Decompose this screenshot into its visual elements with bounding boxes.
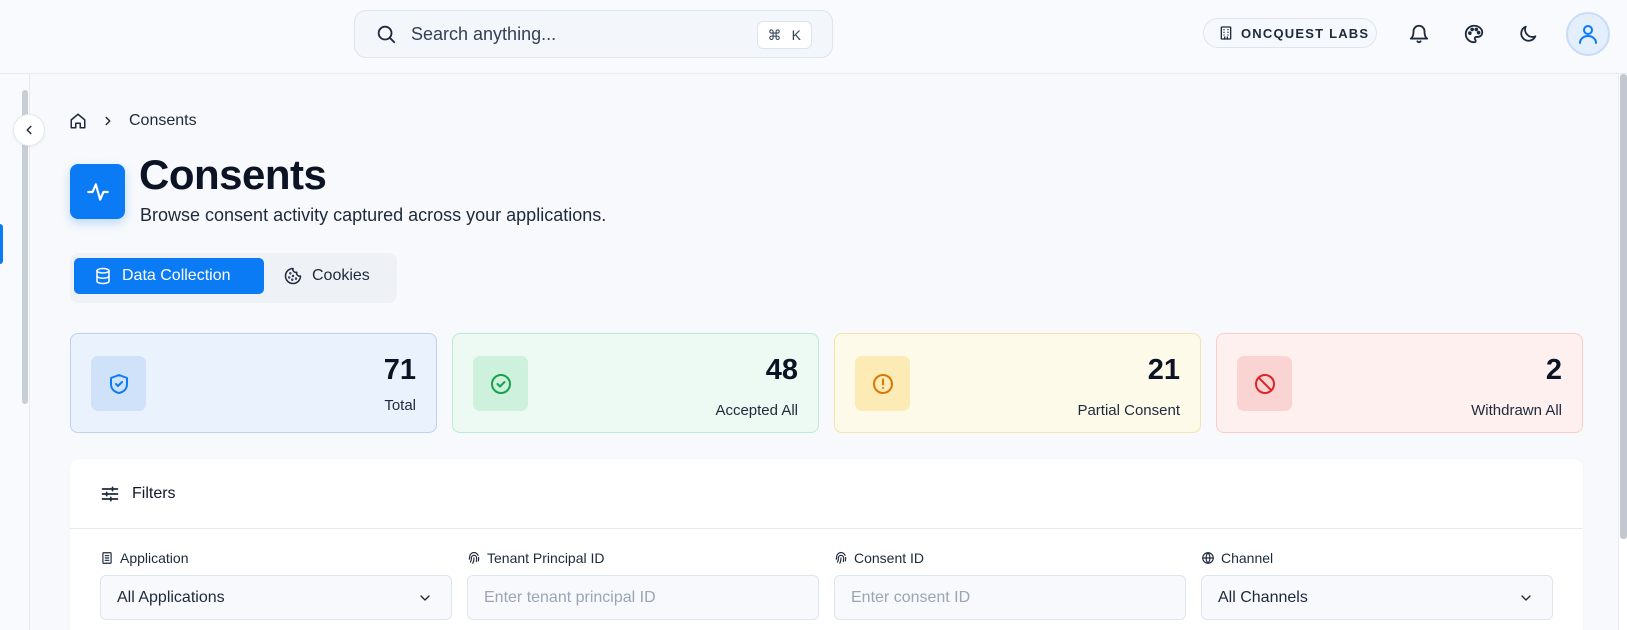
shield-check-icon [109, 373, 128, 394]
sidebar-active-indicator [0, 224, 3, 264]
database-icon [96, 267, 110, 285]
bell-icon [1409, 24, 1429, 44]
stat-value: 21 [1147, 354, 1180, 386]
stat-icon-container [1237, 356, 1292, 411]
field-label: Consent ID [854, 550, 925, 566]
stat-label: Accepted All [715, 402, 798, 419]
filters-panel: Filters Application All Applications Ten… [70, 459, 1583, 630]
stat-icon-container [473, 356, 528, 411]
palette-icon [1464, 24, 1484, 44]
stat-card-accepted-all: 48 Accepted All [452, 333, 819, 433]
breadcrumb-current: Consents [129, 112, 197, 129]
tenant-principal-id-input[interactable]: Enter tenant principal ID [467, 575, 819, 620]
field-label-row: Channel [1201, 549, 1553, 567]
filter-tenant-principal-id: Tenant Principal ID Enter tenant princip… [467, 549, 819, 620]
stat-icon-container [91, 356, 146, 411]
building-icon [1220, 26, 1232, 40]
tab-cookies[interactable]: Cookies [264, 258, 390, 294]
field-label: Application [120, 550, 189, 566]
page-subtitle: Browse consent activity captured across … [140, 205, 607, 225]
search-placeholder: Search anything... [411, 23, 557, 44]
select-value: All Channels [1218, 588, 1308, 606]
organization-switcher[interactable]: ONCQUEST LABS [1203, 18, 1377, 48]
stat-card-withdrawn-all: 2 Withdrawn All [1216, 333, 1583, 433]
stat-label: Withdrawn All [1471, 402, 1562, 419]
channel-select[interactable]: All Channels [1201, 575, 1553, 620]
stat-label: Total [384, 397, 416, 414]
chevron-down-icon [420, 595, 430, 601]
search-icon [377, 25, 396, 44]
chevron-down-icon [1521, 595, 1531, 601]
field-label: Channel [1221, 550, 1274, 566]
stat-value: 2 [1545, 354, 1562, 386]
stat-value: 71 [383, 354, 416, 386]
top-bar: Search anything... ⌘ K ONCQUEST LABS [0, 0, 1627, 74]
tab-label: Cookies [312, 267, 370, 284]
stat-card-partial-consent: 21 Partial Consent [834, 333, 1201, 433]
globe-icon [1202, 552, 1214, 564]
page-title: Consents [139, 151, 327, 198]
breadcrumb: Consents [69, 112, 197, 130]
chevron-left-icon [26, 125, 32, 135]
sidebar [0, 74, 30, 630]
home-icon[interactable] [69, 112, 87, 130]
fingerprint-icon [835, 551, 847, 564]
page-scrollbar[interactable] [1618, 74, 1627, 630]
fingerprint-icon [468, 551, 480, 564]
filter-channel: Channel All Channels [1201, 549, 1553, 620]
field-label-row: Application [100, 549, 452, 567]
theme-palette-button[interactable] [1460, 20, 1488, 48]
user-avatar-button[interactable] [1566, 12, 1610, 56]
select-value: All Applications [117, 588, 225, 606]
application-select[interactable]: All Applications [100, 575, 452, 620]
notifications-button[interactable] [1405, 20, 1433, 48]
check-circle-icon [490, 373, 511, 394]
alert-circle-icon [872, 373, 893, 394]
filters-title: Filters [132, 484, 176, 502]
stat-value: 48 [765, 354, 798, 386]
cookie-icon [284, 267, 302, 285]
moon-icon [1520, 25, 1537, 42]
filter-application: Application All Applications [100, 549, 452, 620]
field-label-row: Tenant Principal ID [467, 549, 819, 567]
tab-label: Data Collection [122, 267, 231, 284]
page-header-icon [70, 164, 125, 219]
dark-mode-toggle[interactable] [1514, 20, 1542, 48]
sidebar-collapse-button[interactable] [13, 114, 45, 146]
filter-consent-id: Consent ID Enter consent ID [834, 549, 1186, 620]
stat-icon-container [855, 356, 910, 411]
command-key: ⌘ [767, 26, 782, 43]
stat-label: Partial Consent [1077, 402, 1180, 419]
shortcut-letter: K [791, 27, 801, 43]
sliders-icon [101, 486, 119, 501]
field-label: Tenant Principal ID [487, 550, 605, 566]
consent-id-input[interactable]: Enter consent ID [834, 575, 1186, 620]
consent-type-tabs: Data Collection Cookies [70, 253, 397, 303]
stat-card-total: 71 Total [70, 333, 437, 433]
search-shortcut-badge: ⌘ K [756, 21, 812, 49]
global-search[interactable]: Search anything... ⌘ K [354, 10, 833, 58]
user-icon [1579, 25, 1597, 44]
page-scrollbar-thumb[interactable] [1620, 74, 1627, 539]
chevron-right-icon [105, 116, 111, 126]
field-label-row: Consent ID [834, 549, 1186, 567]
organization-name: ONCQUEST LABS [1241, 25, 1370, 41]
filters-header: Filters [70, 459, 1583, 529]
activity-icon [86, 182, 109, 201]
tab-data-collection[interactable]: Data Collection [74, 258, 264, 294]
ban-icon [1254, 373, 1275, 394]
building-icon [102, 552, 112, 564]
